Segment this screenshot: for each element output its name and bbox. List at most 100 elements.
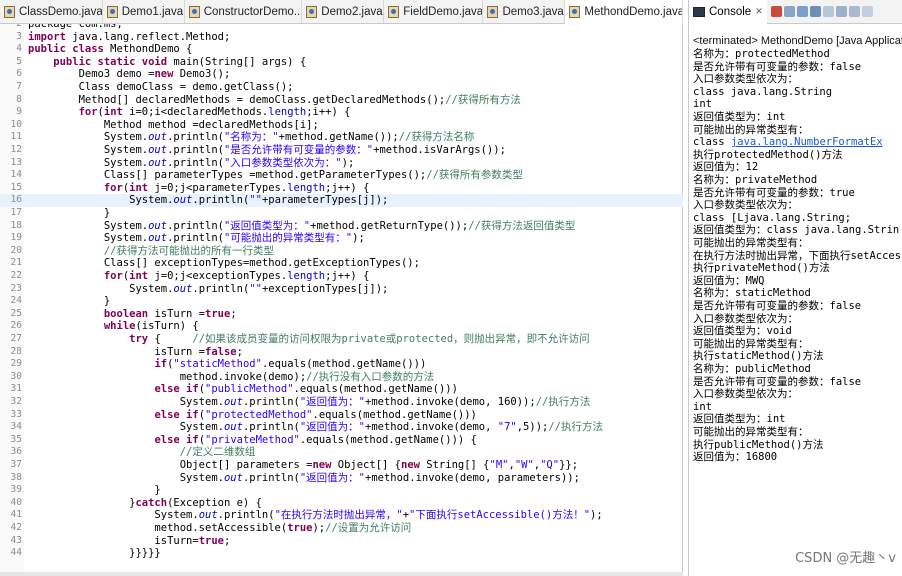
remove-launch-icon[interactable] xyxy=(783,6,795,17)
code-area[interactable]: 2 package com.ms; 3 import java.lang.reflec… xyxy=(0,24,683,576)
code-line[interactable]: 6 Demo3 demo =new Demo3(); xyxy=(0,68,683,81)
code-line[interactable]: 42 method.setAccessible(true);//设置为允许访问 xyxy=(0,522,683,535)
close-icon[interactable]: ✕ xyxy=(755,6,763,17)
code-line[interactable]: 26 while(isTurn) { xyxy=(0,320,683,333)
code-line[interactable]: 11 System.out.println("名称为："+method.getN… xyxy=(0,131,683,144)
code-line[interactable]: 27 try { //如果该成员变量的访问权限为private或protecte… xyxy=(0,333,683,346)
console-tab[interactable]: Console ✕ xyxy=(689,0,767,24)
code-line[interactable]: 25 boolean isTurn =true; xyxy=(0,308,683,321)
code-line[interactable]: 31 else if("publicMethod".equals(method.… xyxy=(0,383,683,396)
code-token: import xyxy=(28,30,66,43)
line-number: 16 xyxy=(10,194,22,206)
code-line[interactable]: 10 Method method =declaredMethods[i]; xyxy=(0,119,683,132)
editor-tab[interactable]: Demo2.java xyxy=(302,0,385,23)
clear-console-icon[interactable] xyxy=(809,6,821,17)
code-token: "返回值为：" xyxy=(299,396,365,408)
code-token: "返回值为：" xyxy=(299,471,365,484)
code-line[interactable]: 8 Method[] declaredMethods = demoClass.g… xyxy=(0,94,683,107)
code-token: //获得方法返回值类型 xyxy=(468,219,576,232)
code-token: System. xyxy=(28,421,224,434)
code-line[interactable]: 14 Class[] parameterTypes =method.getPar… xyxy=(0,169,683,182)
code-token: Method method =declaredMethods[i]; xyxy=(28,118,319,131)
code-line[interactable]: 20 //获得方法可能抛出的所有一行类型 xyxy=(0,245,683,258)
exception-link[interactable]: java.lang.NumberFormatEx xyxy=(731,136,883,148)
code-text: System.out.println("入口参数类型依次为："); xyxy=(28,157,354,170)
line-number: 42 xyxy=(10,522,22,533)
code-line[interactable]: 36 //定义二维数组 xyxy=(0,446,683,459)
code-text: System.out.println("返回值为："+method.invoke… xyxy=(28,472,580,485)
console-icon xyxy=(693,6,705,17)
code-token: .equals(method.getName())) xyxy=(312,408,477,421)
line-number: 29 xyxy=(10,358,22,370)
code-line[interactable]: 44 }}}}} xyxy=(0,547,683,560)
editor-tab[interactable]: FieldDemo.java xyxy=(384,0,484,23)
code-line[interactable]: 3 import java.lang.reflect.Method; xyxy=(0,31,683,44)
code-text: Class[] exceptionTypes=method.getExcepti… xyxy=(28,257,420,270)
editor-tab[interactable]: Demo1.java xyxy=(103,0,185,23)
code-line[interactable]: 30 method.invoke(demo);//执行没有入口参数的方法 xyxy=(0,371,683,384)
code-line[interactable]: 39 } xyxy=(0,484,683,497)
console-line: 返回值类型为：void xyxy=(693,325,902,338)
code-text: Method method =declaredMethods[i]; xyxy=(28,119,319,132)
code-line[interactable]: 37 Object[] parameters =new Object[] {ne… xyxy=(0,459,683,472)
code-line[interactable]: 19 System.out.println("可能抛出的异常类型有："); xyxy=(0,232,683,245)
console-view[interactable]: Console ✕ <terminated> MethondDemo [Java… xyxy=(688,0,902,576)
code-line[interactable]: 41 System.out.println("在执行方法时抛出异常，"+"下面执… xyxy=(0,509,683,522)
code-line[interactable]: 9 for(int i=0;i<declaredMethods.length;i… xyxy=(0,106,683,119)
remove-all-icon[interactable] xyxy=(796,6,808,17)
code-line[interactable]: 16 System.out.println(""+parameterTypes[… xyxy=(0,194,683,207)
editor-tab[interactable]: ConstructorDemo... xyxy=(185,0,303,23)
code-text: public static void main(String[] args) { xyxy=(28,56,306,69)
pin-console-icon[interactable] xyxy=(848,6,860,17)
code-line[interactable]: 17 } xyxy=(0,207,683,220)
code-line[interactable]: 24 } xyxy=(0,295,683,308)
editor-tab[interactable]: ClassDemo.java xyxy=(0,0,103,23)
code-token: i=0;i<declaredMethods. xyxy=(122,106,269,119)
code-token: Demo3(); xyxy=(173,68,231,81)
code-line[interactable]: 18 System.out.println("返回值类型为："+method.g… xyxy=(0,220,683,233)
code-token: ); xyxy=(590,509,603,522)
terminate-icon[interactable] xyxy=(770,6,782,17)
console-line: int xyxy=(693,98,902,111)
console-text: 在执行方法时抛出异常，下面执行setAccessib xyxy=(693,249,902,262)
console-text: 入口参数类型依次为： xyxy=(693,199,798,212)
code-line[interactable]: 28 isTurn =false; xyxy=(0,346,683,359)
code-line[interactable]: 38 System.out.println("返回值为："+method.inv… xyxy=(0,472,683,485)
code-line[interactable]: 15 for(int j=0;j<parameterTypes.length;j… xyxy=(0,182,683,195)
code-line[interactable]: 32 System.out.println("返回值为："+method.inv… xyxy=(0,396,683,409)
code-line[interactable]: 40 }catch(Exception e) { xyxy=(0,497,683,510)
code-line[interactable]: 35 else if("privateMethod".equals(method… xyxy=(0,434,683,447)
console-text: 返回值类型为：class java.lang.Strin xyxy=(693,224,900,237)
scroll-lock-icon[interactable] xyxy=(822,6,834,17)
code-token: +exceptionTypes[j]); xyxy=(261,282,389,295)
horizontal-scrollbar[interactable] xyxy=(0,572,683,576)
code-line[interactable]: 34 System.out.println("返回值为："+method.inv… xyxy=(0,421,683,434)
code-line[interactable]: 13 System.out.println("入口参数类型依次为："); xyxy=(0,157,683,170)
code-token: Class[] parameterTypes =method.getParame… xyxy=(28,169,427,182)
code-line[interactable]: 29 if("staticMethod".equals(method.getNa… xyxy=(0,358,683,371)
code-token: //获得方法可能抛出的所有一行类型 xyxy=(103,244,275,257)
console-status: <terminated> MethondDemo [Java Applicat xyxy=(693,35,902,47)
display-console-icon[interactable] xyxy=(861,6,873,17)
code-token: j=0;j<exceptionTypes. xyxy=(148,270,288,282)
editor-tab[interactable]: MethondDemo.java xyxy=(565,0,684,24)
code-line[interactable]: 7 Class demoClass = demo.getClass(); xyxy=(0,81,683,94)
code-editor[interactable]: ClassDemo.java Demo1.java ConstructorDemo.… xyxy=(0,0,684,576)
editor-tab[interactable]: Demo3.java xyxy=(483,0,566,23)
console-line: class java.lang.NumberFormatEx xyxy=(693,136,902,149)
console-line: 是否允许带有可变量的参数：false xyxy=(693,300,902,313)
code-line[interactable]: 12 System.out.println("是否允许带有可变量的参数："+me… xyxy=(0,144,683,157)
code-line[interactable]: 23 System.out.println(""+exceptionTypes[… xyxy=(0,283,683,296)
code-line[interactable]: 21 Class[] exceptionTypes=method.getExce… xyxy=(0,257,683,270)
code-line[interactable]: 22 for(int j=0;j<exceptionTypes.length;j… xyxy=(0,270,683,283)
code-line[interactable]: 4 public class MethondDemo { xyxy=(0,43,683,56)
code-line[interactable]: 33 else if("protectedMethod".equals(meth… xyxy=(0,409,683,422)
word-wrap-icon[interactable] xyxy=(835,6,847,17)
code-text: else if("privateMethod".equals(method.ge… xyxy=(28,434,476,447)
code-line[interactable]: 43 isTurn=true; xyxy=(0,535,683,548)
code-line[interactable]: 2 package com.ms; xyxy=(0,24,683,31)
code-line[interactable]: 5 public static void main(String[] args)… xyxy=(0,56,683,69)
